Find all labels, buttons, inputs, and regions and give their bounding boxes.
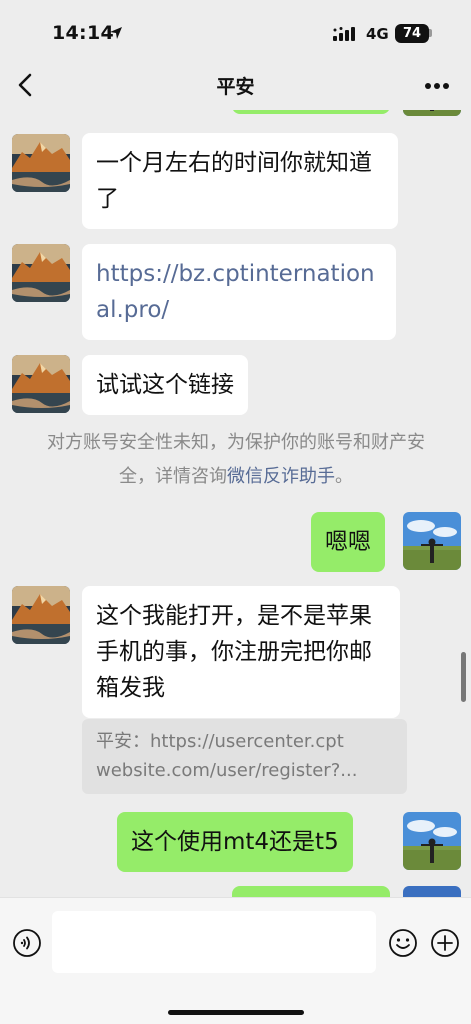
network-type: 4G — [366, 25, 389, 43]
chat-title: 平安 — [216, 76, 255, 98]
contact-avatar[interactable] — [12, 244, 70, 302]
contact-avatar[interactable] — [12, 355, 70, 413]
input-bar — [0, 897, 471, 1024]
quote-line-2: website.com/user/register?... — [96, 760, 358, 781]
notice-end: 。 — [335, 466, 353, 487]
quoted-message[interactable]: 平安：https://usercenter.cpt website.com/us… — [82, 719, 407, 794]
location-arrow-icon — [110, 27, 122, 39]
link-text[interactable]: https://bz.cptinternational.pro/ — [96, 261, 375, 323]
security-notice: 对方账号安全性未知，为保护你的账号和财产安全，详情咨询微信反诈助手。 — [36, 426, 436, 494]
contact-avatar[interactable] — [12, 134, 70, 192]
my-avatar[interactable] — [403, 512, 461, 570]
more-icon[interactable] — [424, 82, 450, 90]
message-input[interactable] — [52, 911, 376, 973]
message-text: 嗯嗯 — [325, 529, 371, 555]
message-text: 试试这个链接 — [96, 372, 234, 398]
my-avatar[interactable] — [403, 812, 461, 870]
status-bar: 14:14 4G 74 — [0, 0, 471, 60]
link-message-bubble[interactable]: https://bz.cptinternational.pro/ — [82, 244, 396, 340]
partial-outgoing-bubble[interactable] — [232, 110, 390, 114]
quote-line-1: 平安：https://usercenter.cpt — [96, 731, 344, 752]
outgoing-message-bubble[interactable]: 这个使用mt4还是t5 — [117, 812, 353, 872]
voice-icon[interactable] — [12, 928, 42, 958]
status-time: 14:14 — [52, 22, 114, 44]
message-text: 一个月左右的时间你就知道了 — [96, 150, 372, 212]
my-avatar[interactable] — [403, 886, 461, 897]
plus-icon[interactable] — [430, 928, 460, 958]
message-bubble[interactable]: 一个月左右的时间你就知道了 — [82, 133, 398, 229]
contact-avatar[interactable] — [12, 586, 70, 644]
emoji-icon[interactable] — [388, 928, 418, 958]
nav-bar: 平安 — [0, 60, 471, 110]
message-text: 这个使用mt4还是t5 — [131, 829, 339, 855]
message-text: 这个我能打开，是不是苹果手机的事，你注册完把你邮箱发我 — [96, 603, 372, 701]
message-bubble[interactable]: 这个我能打开，是不是苹果手机的事，你注册完把你邮箱发我 — [82, 586, 400, 718]
home-indicator[interactable] — [168, 1010, 304, 1015]
outgoing-message-bubble[interactable]: 嗯嗯 — [311, 512, 385, 572]
signal-icon — [333, 27, 355, 41]
partial-outgoing-bubble[interactable] — [232, 886, 390, 897]
battery-icon: 74 — [395, 24, 429, 43]
message-bubble[interactable]: 试试这个链接 — [82, 355, 248, 415]
battery-tip — [429, 29, 432, 37]
chat-area[interactable]: 一个月左右的时间你就知道了 https://bz.cptinternationa… — [0, 110, 471, 897]
my-avatar[interactable] — [403, 110, 461, 116]
scroll-indicator[interactable] — [461, 652, 466, 702]
anti-fraud-link[interactable]: 微信反诈助手 — [227, 466, 335, 487]
